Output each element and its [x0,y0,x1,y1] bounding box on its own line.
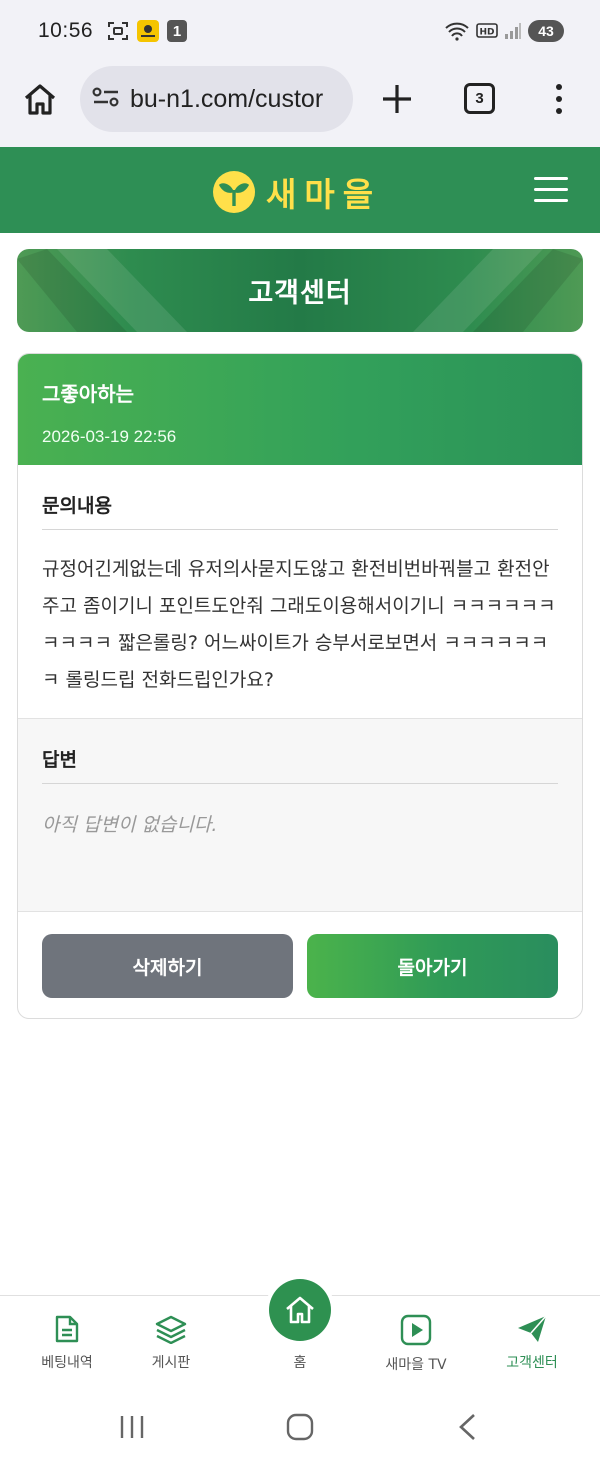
browser-home-icon[interactable] [22,82,58,118]
url-text: bu-n1.com/custor [130,84,324,113]
status-time: 10:56 [38,19,94,42]
screenshot-icon [107,21,129,41]
page: 10:56 1 HD 43 bu-n1.com/custor 3 새마을 고객센… [0,0,600,1467]
question-body: 규정어긴게없는데 유저의사묻지도않고 환전비번바꿔블고 환전안주고 좀이기니 포… [42,558,556,691]
nav-item-tv[interactable]: 새마을 TV [366,1314,466,1374]
inquiry-author: 그좋아하는 [42,382,134,406]
question-divider [42,529,558,530]
nav-home-button[interactable] [269,1279,331,1341]
more-options-icon[interactable] [552,82,566,116]
send-icon [518,1315,547,1342]
site-header: 새마을 [0,147,600,233]
answer-section: 답변 아직 답변이 없습니다. [18,719,582,912]
hd-icon: HD [476,22,498,40]
sprout-logo-icon [213,171,255,213]
nav-label-tv: 새마을 TV [385,1357,447,1373]
page-banner: 고객센터 [17,249,583,332]
logo-text: 새마을 [266,175,382,214]
nav-item-board[interactable]: 게시판 [121,1314,221,1372]
answer-body: 아직 답변이 없습니다. [42,814,218,836]
nav-item-betting-history[interactable]: 베팅내역 [17,1314,117,1372]
recent-apps-icon[interactable] [118,1413,146,1441]
page-title: 고객센터 [248,278,352,309]
inquiry-date: 2026-03-19 22:56 [42,427,177,446]
nav-label-customer-center: 고객센터 [506,1355,558,1371]
svg-text:HD: HD [479,28,494,38]
play-icon [400,1314,432,1346]
battery-indicator: 43 [528,20,564,42]
status-icons-left: 1 [107,20,188,42]
delete-button[interactable]: 삭제하기 [42,934,293,998]
document-icon [55,1315,79,1343]
app-notification-icon [137,20,160,42]
site-settings-icon[interactable] [92,86,120,112]
url-bar[interactable]: bu-n1.com/custor [80,66,353,132]
notification-badge: 1 [167,20,188,42]
answer-label: 답변 [42,749,77,771]
hamburger-menu-icon[interactable] [534,177,568,205]
back-button[interactable]: 돌아가기 [307,934,558,998]
system-home-icon[interactable] [286,1413,314,1441]
system-back-icon[interactable] [456,1412,480,1442]
inquiry-card: 그좋아하는 2026-03-19 22:56 문의내용 규정어긴게없는데 유저의… [17,353,583,1019]
browser-toolbar: bu-n1.com/custor 3 [0,62,600,147]
nav-item-customer-center[interactable]: 고객센터 [482,1314,582,1372]
question-label: 문의내용 [42,495,112,517]
system-nav-bar [0,1390,600,1467]
signal-icon [504,22,522,40]
status-bar: 10:56 1 HD 43 [0,0,600,62]
inquiry-header: 그좋아하는 2026-03-19 22:56 [18,354,582,465]
home-icon [286,1296,314,1324]
question-section: 문의내용 규정어긴게없는데 유저의사묻지도않고 환전비번바꿔블고 환전안주고 좀… [18,465,582,719]
status-icons-right: HD 43 [444,20,564,42]
site-logo[interactable]: 새마을 [212,168,381,216]
nav-label-home: 홈 [293,1355,307,1371]
answer-divider [42,783,558,784]
new-tab-icon[interactable] [380,82,414,116]
tab-switcher-button[interactable]: 3 [464,83,495,114]
nav-label-board: 게시판 [151,1355,191,1371]
nav-label-betting-history: 베팅내역 [41,1355,93,1371]
layers-icon [155,1315,187,1344]
wifi-icon [444,21,470,41]
